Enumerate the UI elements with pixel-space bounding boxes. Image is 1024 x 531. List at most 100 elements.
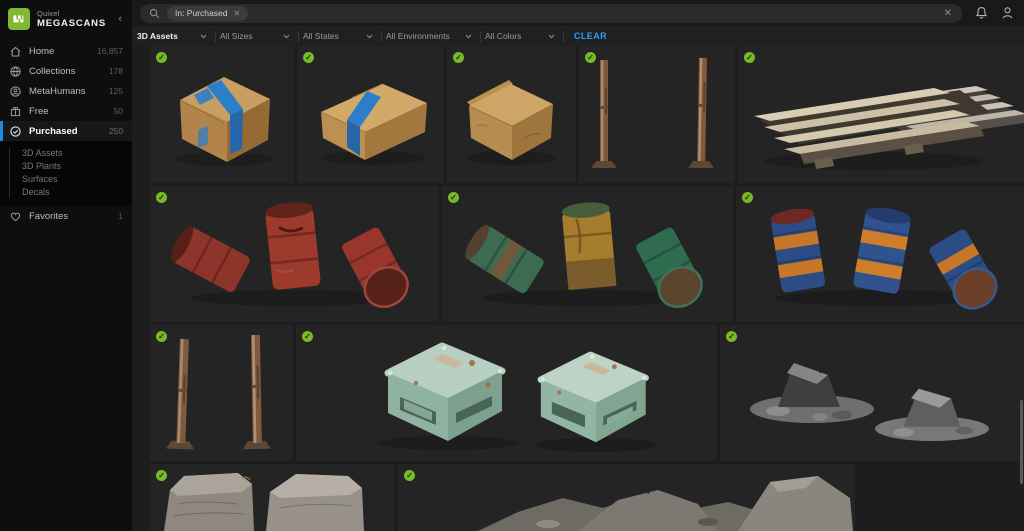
red-barrels-illustration [170,202,409,308]
subnav-item-surfaces[interactable]: Surfaces [0,173,132,186]
filter-separator [563,30,564,42]
purchased-subnav: 3D Assets 3D Plants Surfaces Decals [0,141,132,206]
chip-close-icon[interactable]: ✕ [233,9,240,18]
sidebar-collapse-icon[interactable]: ‹ [116,13,124,25]
owned-check-badge: ✓ [156,192,167,203]
owned-check-badge: ✓ [156,52,167,63]
asset-card-turquoise-boxes[interactable]: ✓ [296,325,717,461]
asset-card-cardboard-box[interactable]: ✓ [447,46,576,183]
globe-icon [10,65,21,77]
heart-icon [10,212,21,221]
check-glyph: ✓ [450,193,457,202]
filter-separator [480,30,481,42]
owned-check-badge: ✓ [156,331,167,342]
filter-separator [298,30,299,42]
filter-dropdown-colors[interactable]: All Colors [485,31,559,41]
concrete-rubble-pile-illustration [478,465,853,531]
notifications-button[interactable] [968,6,994,20]
clear-filters-button[interactable]: CLEAR [574,31,607,41]
turquoise-junction-boxes-illustration [378,342,658,452]
topbar-right-icons [968,6,1020,20]
sidebar-item-count: 50 [113,106,123,116]
check-circle-icon [10,125,21,137]
owned-check-badge: ✓ [585,52,596,63]
asset-card-debris-blocks[interactable]: ✓ [150,464,395,531]
chevron-down-icon [465,34,472,39]
owned-check-badge: ✓ [453,52,464,63]
account-button[interactable] [994,6,1020,20]
quixel-m-glyph [13,15,24,23]
sidebar-item-home[interactable]: Home 16,857 [0,41,132,61]
chevron-down-icon [283,34,290,39]
green-yellow-barrels-illustration [465,202,703,308]
owned-check-badge: ✓ [303,52,314,63]
asset-card-square-posts[interactable]: ✓ [150,325,293,461]
asset-card-taped-box-a[interactable]: ✓ [150,46,294,183]
scrollbar-thumb[interactable] [1020,400,1023,484]
asset-card-taped-box-b[interactable]: ✓ [297,46,444,183]
check-glyph: ✓ [158,471,165,480]
sidebar-item-count: 125 [108,86,123,96]
sidebar-item-label: Free [29,105,49,117]
sidebar-item-count: 250 [108,126,123,136]
owned-check-badge: ✓ [448,192,459,203]
chevron-down-icon [548,34,555,39]
filter-separator [381,30,382,42]
concrete-rubble-illustration [750,346,989,442]
sidebar-item-collections[interactable]: Collections 178 [0,61,132,81]
asset-card-rubble-pile[interactable]: ✓ [398,464,855,531]
filter-dropdown-states[interactable]: All States [303,31,377,41]
asset-card-rubble-rebar[interactable]: ✓ [720,325,1024,461]
search-filter-chip[interactable]: In: Purchased ✕ [167,5,249,21]
search-bar[interactable]: In: Purchased ✕ ✕ [140,3,962,23]
user-icon [1002,7,1012,19]
sidebar-item-purchased[interactable]: Purchased 250 [0,121,132,141]
logo-row: Quixel MEGASCANS ‹ [0,0,132,37]
chevron-down-icon [366,34,373,39]
quixel-megascans-app: Quixel MEGASCANS ‹ Home 16,857 Collectio… [0,0,1024,531]
filter-label: 3D Assets [137,31,178,41]
check-glyph: ✓ [158,53,165,62]
check-glyph: ✓ [728,332,735,341]
asset-card-wooden-pallets[interactable]: ✓ [738,46,1024,183]
subnav-indent-line [9,148,10,198]
check-glyph: ✓ [406,471,413,480]
metahuman-icon [10,85,21,97]
filter-bar: 3D Assets All Sizes All States All Envir… [132,26,1024,46]
filter-dropdown-sizes[interactable]: All Sizes [220,31,294,41]
subnav-item-decals[interactable]: Decals [0,186,132,199]
owned-check-badge: ✓ [744,52,755,63]
top-search-bar: In: Purchased ✕ ✕ [132,0,1024,26]
sidebar-item-label: Collections [29,65,76,77]
filter-dropdown-category[interactable]: 3D Assets [137,31,211,41]
asset-card-red-barrels[interactable]: ✓ [150,186,439,322]
blue-orange-barrels-illustration [770,207,998,310]
sidebar-item-favorites[interactable]: Favorites 1 [0,206,132,226]
filter-separator [215,30,216,42]
concrete-blocks-illustration [164,473,364,531]
owned-check-badge: ✓ [302,331,313,342]
bell-icon [975,7,987,19]
chip-label: In: Purchased [175,8,228,18]
subnav-item-3d-plants[interactable]: 3D Plants [0,160,132,173]
search-clear-icon[interactable]: ✕ [943,8,953,19]
sidebar-item-metahumans[interactable]: MetaHumans 125 [0,81,132,101]
subnav-item-3d-assets[interactable]: 3D Assets [0,147,132,160]
owned-check-badge: ✓ [404,470,415,481]
filter-dropdown-environments[interactable]: All Environments [386,31,476,41]
asset-card-blue-orange-barrels[interactable]: ✓ [736,186,1024,322]
sidebar-item-free[interactable]: Free 50 [0,101,132,121]
search-input[interactable] [255,7,936,19]
taped-cardboard-box-illustration [176,77,272,166]
home-icon [10,46,21,57]
sidebar-item-label: Purchased [29,125,78,137]
sidebar-item-count: 16,857 [97,46,123,56]
gift-icon [10,106,21,116]
asset-card-metal-posts[interactable]: ✓ [579,46,735,183]
brand-bottom: MEGASCANS [37,17,106,29]
sidebar-item-label: Favorites [29,210,69,222]
asset-card-green-yellow-barrels[interactable]: ✓ [442,186,733,322]
quixel-logo-icon[interactable] [8,8,30,30]
check-glyph: ✓ [158,193,165,202]
brand: Quixel MEGASCANS [37,10,106,28]
